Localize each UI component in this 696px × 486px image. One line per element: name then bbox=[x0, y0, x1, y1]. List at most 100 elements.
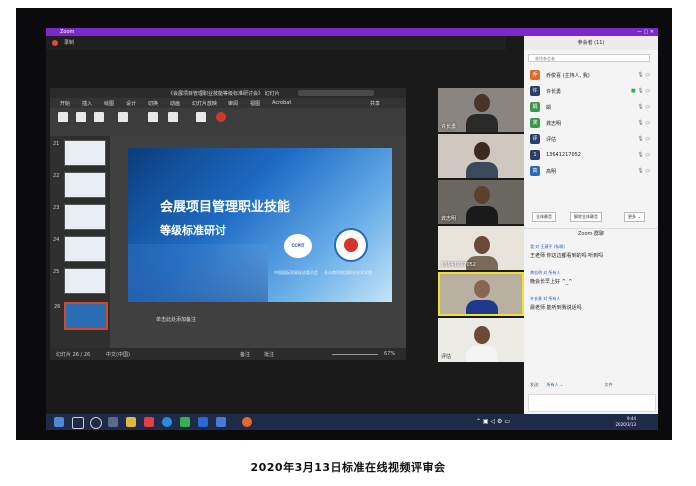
zoom-percent: 67% bbox=[384, 351, 396, 357]
video-tile[interactable]: 13641217052 bbox=[438, 226, 524, 270]
ppt-search-box[interactable] bbox=[298, 90, 374, 96]
participant-row[interactable]: 龚 龚志明 🎙 ▭ bbox=[528, 116, 654, 130]
video-tile[interactable]: 龚志明 bbox=[438, 180, 524, 224]
ccpit-logo: CCPIT bbox=[284, 234, 312, 258]
task-view-icon[interactable] bbox=[108, 417, 118, 427]
slide-counter: 幻灯片 26 / 26 bbox=[56, 352, 91, 358]
ribbon-icon[interactable] bbox=[58, 112, 68, 122]
menu-item[interactable]: 开始 bbox=[60, 100, 70, 107]
mute-all-button[interactable]: 全体静音 bbox=[532, 212, 556, 222]
menu-item[interactable]: 插入 bbox=[82, 100, 92, 107]
slide-thumbnail[interactable]: 22 bbox=[53, 172, 106, 198]
notes-button[interactable]: 备注 bbox=[240, 351, 250, 358]
unmute-all-button[interactable]: 解除全体静音 bbox=[570, 212, 602, 222]
city-skyline-graphic bbox=[128, 244, 268, 302]
cortana-icon[interactable] bbox=[90, 417, 102, 429]
clock[interactable]: 9:44 2020/3/13 bbox=[615, 416, 636, 428]
ribbon-icon[interactable] bbox=[216, 112, 226, 122]
send-to-label: 发送: bbox=[530, 382, 540, 387]
menu-item[interactable]: 切换 bbox=[148, 100, 158, 107]
tray-icons[interactable]: ⌃ ▣ ◁ ⚙ ▭ bbox=[476, 418, 510, 425]
app-icon[interactable] bbox=[216, 417, 226, 427]
avatar: 乔 bbox=[530, 70, 540, 80]
ribbon-icon[interactable] bbox=[118, 112, 128, 122]
menu-item[interactable]: 绘图 bbox=[104, 100, 114, 107]
slide-thumbnail[interactable]: 21 bbox=[53, 140, 106, 166]
person-body bbox=[466, 346, 498, 362]
language-status: 中文(中国) bbox=[106, 352, 130, 358]
ribbon-icon[interactable] bbox=[196, 112, 206, 122]
share-button[interactable]: 共享 bbox=[370, 100, 380, 107]
participant-search-input[interactable]: 查找参会者 bbox=[528, 54, 650, 62]
mail-icon[interactable] bbox=[144, 417, 154, 427]
browser-icon[interactable] bbox=[162, 417, 172, 427]
person-body bbox=[466, 114, 498, 132]
person-head bbox=[474, 326, 490, 344]
mic-video-icon[interactable]: 🎙 ▭ bbox=[637, 136, 650, 142]
ppt-ribbon bbox=[50, 108, 406, 137]
person-head bbox=[474, 186, 490, 204]
participant-row[interactable]: 高 高明 🎙 ▭ bbox=[528, 164, 654, 178]
mic-video-icon[interactable]: 🎙 ▭ bbox=[637, 104, 650, 110]
send-to-select[interactable]: 所有人 ⌄ bbox=[547, 382, 564, 387]
video-tile[interactable] bbox=[438, 134, 524, 178]
slide-number: 24 bbox=[53, 237, 60, 243]
window-controls[interactable]: — ▢ ✕ bbox=[637, 28, 654, 36]
slide-thumbnail[interactable]: 24 bbox=[53, 236, 106, 262]
menu-item[interactable]: 审阅 bbox=[228, 100, 238, 107]
mic-video-icon[interactable]: ■ 🎙 ▭ bbox=[631, 88, 650, 94]
file-explorer-icon[interactable] bbox=[126, 417, 136, 427]
search-icon[interactable] bbox=[72, 417, 84, 429]
zoom-slider[interactable] bbox=[332, 354, 378, 355]
avatar: 许 bbox=[530, 86, 540, 96]
zoom-taskbar-icon[interactable] bbox=[198, 417, 208, 427]
video-tile[interactable]: 评估 bbox=[438, 318, 524, 362]
chat-header: Zoom 群聊 bbox=[524, 228, 658, 239]
participant-row[interactable]: 乔 乔俊喜 (主持人, 我) 🎙 ▭ bbox=[528, 68, 654, 82]
ribbon-icon[interactable] bbox=[76, 112, 86, 122]
laptop-screen: Zoom — ▢ ✕ 录制 《会展项目管理职业技能等级标准研讨会》 幻灯片 开始… bbox=[46, 28, 658, 430]
mic-video-icon[interactable]: 🎙 ▭ bbox=[637, 120, 650, 126]
send-to-row: 发送: 所有人 ⌄ 文件 bbox=[530, 382, 613, 388]
slide-thumbnail[interactable]: 25 bbox=[53, 268, 106, 294]
participants-panel: 参会者 (11) 查找参会者 乔 乔俊喜 (主持人, 我) 🎙 ▭ 许 许长勇 … bbox=[524, 36, 658, 414]
wechat-icon[interactable] bbox=[180, 417, 190, 427]
comments-button[interactable]: 批注 bbox=[264, 351, 274, 358]
participant-row[interactable]: 1 13641217052 🎙 ▭ bbox=[528, 148, 654, 162]
mic-video-icon[interactable]: 🎙 ▭ bbox=[637, 168, 650, 174]
more-button[interactable]: 更多 ⌄ bbox=[624, 212, 645, 222]
slide-title-line2: 等级标准研讨 bbox=[160, 224, 226, 237]
current-slide: 会展项目管理职业技能 等级标准研讨 CCPIT 中国国际贸易促进委员会 长沙商贸… bbox=[128, 148, 392, 302]
slide-number: 21 bbox=[53, 141, 60, 147]
ribbon-icon[interactable] bbox=[148, 112, 158, 122]
mic-video-icon[interactable]: 🎙 ▭ bbox=[637, 72, 650, 78]
menu-item[interactable]: 幻灯片放映 bbox=[192, 100, 217, 107]
menu-item[interactable]: 动画 bbox=[170, 100, 180, 107]
participant-row[interactable]: 评 评估 🎙 ▭ bbox=[528, 132, 654, 146]
ribbon-icon[interactable] bbox=[94, 112, 104, 122]
menu-item[interactable]: 视图 bbox=[250, 100, 260, 107]
video-name: 许长勇 bbox=[441, 124, 457, 130]
slide-thumbnail-panel: 21 22 23 24 25 26 bbox=[50, 136, 110, 348]
menu-item[interactable]: Acrobat bbox=[272, 100, 291, 106]
slide-thumbnail-selected[interactable]: 26 bbox=[54, 302, 108, 330]
mic-video-icon[interactable]: 🎙 ▭ bbox=[637, 152, 650, 158]
zoom-app-title: Zoom bbox=[60, 29, 75, 35]
menu-item[interactable]: 设计 bbox=[126, 100, 136, 107]
video-tile[interactable]: 许长勇 bbox=[438, 88, 524, 132]
person-body bbox=[466, 162, 498, 178]
chat-input[interactable] bbox=[528, 394, 656, 412]
zoom-top-bar: 录制 bbox=[46, 36, 506, 50]
participant-row[interactable]: 娟 娟 🎙 ▭ bbox=[528, 100, 654, 114]
start-icon[interactable] bbox=[54, 417, 64, 427]
ribbon-icon[interactable] bbox=[168, 112, 178, 122]
record-label: 录制 bbox=[64, 40, 75, 46]
notes-placeholder[interactable]: 单击此处添加备注 bbox=[156, 316, 196, 323]
file-button[interactable]: 文件 bbox=[605, 382, 613, 387]
video-name: 13641217052 bbox=[441, 262, 476, 268]
participant-row[interactable]: 许 许长勇 ■ 🎙 ▭ bbox=[528, 84, 654, 98]
video-tile-active-speaker[interactable] bbox=[438, 272, 524, 316]
firefox-icon[interactable] bbox=[242, 417, 252, 427]
shared-powerpoint-window: 《会展项目管理职业技能等级标准研讨会》 幻灯片 开始 插入 绘图 设计 切换 动… bbox=[50, 88, 406, 360]
slide-thumbnail[interactable]: 23 bbox=[53, 204, 106, 230]
